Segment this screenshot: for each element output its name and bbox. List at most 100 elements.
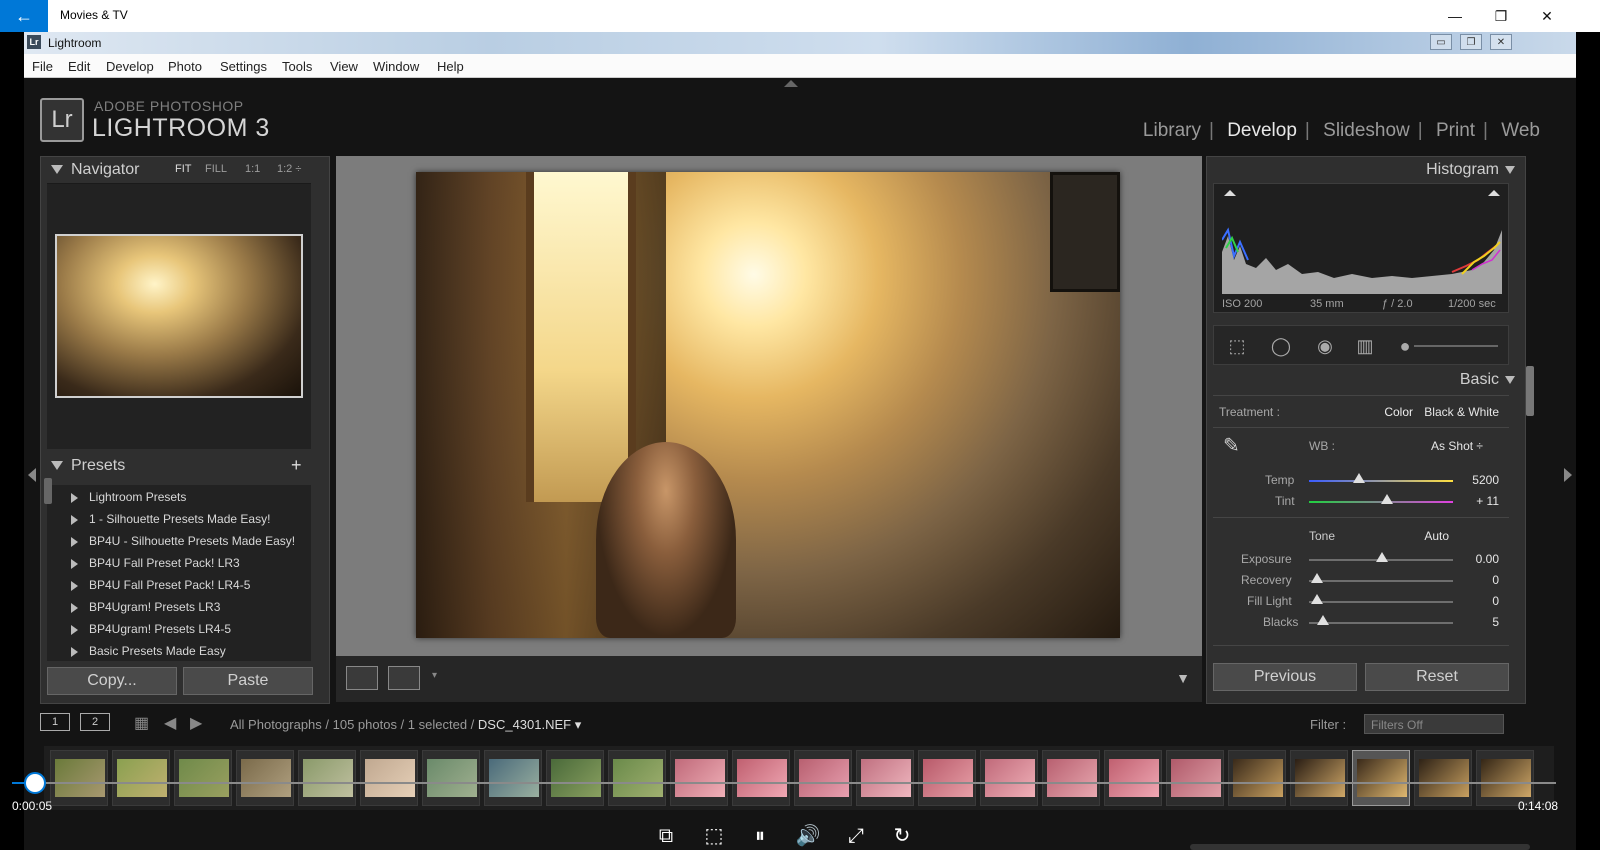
zoom-1-2: 1:2 ÷: [277, 163, 302, 175]
filmstrip-source-path: All Photographs / 105 photos / 1 selecte…: [230, 717, 581, 733]
filmstrip-header: 1 2 ▦ ◀ ▶ All Photographs / 105 photos /…: [24, 710, 1576, 738]
toolbar: ▾ ▼: [336, 656, 1202, 702]
previous-button: Previous: [1213, 663, 1357, 691]
filmstrip-thumbnail: [112, 750, 170, 806]
blacks-label: Blacks: [1263, 615, 1299, 629]
expand-arrow-icon: [71, 581, 78, 591]
shutter-speed: 1/200 sec: [1448, 298, 1496, 310]
red-eye-icon: ◉: [1317, 336, 1333, 356]
back-button[interactable]: ←: [0, 0, 48, 32]
filter-dropdown: Filters Off: [1364, 714, 1504, 734]
filmstrip-thumbnail: [236, 750, 294, 806]
pause-button[interactable]: ⏸: [746, 824, 774, 848]
close-icon: ✕: [1541, 7, 1553, 24]
temp-label: Temp: [1265, 473, 1295, 487]
aspect-ratio-button[interactable]: ⬚: [700, 824, 728, 848]
iso-value: ISO 200: [1222, 298, 1263, 310]
expand-arrow-icon: [71, 493, 78, 503]
left-panel-toggle-icon: [28, 468, 36, 482]
navigator-thumbnail: [55, 234, 303, 398]
module-picker: Library | Develop | Slideshow | Print | Web: [1142, 120, 1540, 141]
filmstrip-thumbnail: [608, 750, 666, 806]
brand-line2: LIGHTROOM 3: [92, 114, 270, 142]
spot-removal-icon: ◯: [1270, 336, 1292, 356]
preset-item: BP4Ugram! Presets LR4-5: [89, 622, 232, 636]
filmstrip-thumbnail: [546, 750, 604, 806]
filmstrip: [44, 746, 1554, 810]
filmstrip-thumbnail-image: [1233, 759, 1283, 797]
crop-overlay-icon: ⬚: [1228, 336, 1246, 356]
photo-window-region: [526, 172, 636, 502]
grid-view-icon: ▦: [134, 715, 150, 732]
minimize-button[interactable]: —: [1432, 0, 1478, 32]
screen-2-button: 2: [80, 713, 110, 731]
total-time: 0:14:08: [1518, 799, 1559, 813]
filmstrip-thumbnail-image: [551, 759, 601, 797]
filmstrip-thumbnail: [732, 750, 790, 806]
expand-arrow-icon: [71, 647, 78, 657]
zoom-fit: FIT: [175, 163, 192, 175]
filmstrip-thumbnail-image: [117, 759, 167, 797]
module-slideshow: Slideshow: [1323, 120, 1410, 141]
restore-button[interactable]: ❐: [1478, 0, 1524, 32]
presets-list: Lightroom Presets 1 - Silhouette Presets…: [47, 485, 311, 661]
filmstrip-thumbnail: [980, 750, 1038, 806]
filmstrip-thumbnail-image: [241, 759, 291, 797]
preset-item: Lightroom Presets: [89, 490, 187, 504]
seek-bar-track[interactable]: [34, 782, 1556, 784]
repeat-button[interactable]: ↻: [888, 824, 916, 848]
menu-edit: Edit: [68, 59, 91, 74]
filmstrip-thumbnail-image: [1295, 759, 1345, 797]
filmstrip-thumbnail-image: [675, 759, 725, 797]
fullscreen-button[interactable]: ⤢: [842, 824, 870, 848]
filmstrip-thumbnail-image: [427, 759, 477, 797]
restore-icon: ❐: [1494, 7, 1508, 24]
fill-light-value: 0: [1492, 594, 1499, 608]
seek-bar-thumb[interactable]: [24, 772, 46, 794]
blacks-slider-knob: [1317, 615, 1329, 625]
filmstrip-thumbnail-image: [365, 759, 415, 797]
view-options-chevron-icon: ▾: [432, 670, 438, 681]
exposure-label: Exposure: [1241, 552, 1292, 566]
cast-button[interactable]: ⧉: [652, 824, 680, 848]
left-panel-scrollbar: [44, 478, 52, 504]
collapse-triangle-icon: [1505, 165, 1515, 174]
basic-header: Basic: [1460, 371, 1515, 389]
main-photo: [416, 172, 1120, 638]
expand-arrow-icon: [71, 559, 78, 569]
left-panel: Navigator FIT FILL 1:1 1:2 ÷ Presets + L…: [40, 156, 330, 704]
expand-arrow-icon: [71, 537, 78, 547]
tint-label: Tint: [1275, 494, 1295, 508]
wb-label: WB :: [1309, 439, 1335, 453]
lr-minimize-icon: ▭: [1430, 34, 1452, 50]
presets-title: Presets: [71, 457, 126, 474]
filmstrip-thumbnail: [1290, 750, 1348, 806]
filmstrip-thumbnail: [484, 750, 542, 806]
menu-photo: Photo: [168, 59, 202, 74]
app-titlebar: ← Movies & TV — ❐ ✕: [0, 0, 1600, 32]
filmstrip-thumbnail: [1352, 750, 1410, 806]
pause-icon: ⏸: [755, 825, 765, 847]
expand-arrow-icon: [71, 625, 78, 635]
volume-button[interactable]: 🔊: [794, 824, 822, 848]
filmstrip-path-text: All Photographs / 105 photos / 1 selecte…: [230, 717, 478, 732]
filmstrip-thumbnail: [1228, 750, 1286, 806]
right-panel: Histogram ISO 200 35 mm ƒ / 2.0 1/200 se…: [1206, 156, 1526, 704]
histogram: ISO 200 35 mm ƒ / 2.0 1/200 sec: [1213, 183, 1509, 313]
preset-item: 1 - Silhouette Presets Made Easy!: [89, 512, 271, 526]
blacks-slider: [1309, 622, 1453, 624]
focal-length: 35 mm: [1310, 298, 1344, 310]
filmstrip-thumbnail: [794, 750, 852, 806]
filmstrip-thumbnail-image: [55, 759, 105, 797]
filmstrip-thumbnail: [174, 750, 232, 806]
filmstrip-thumbnail-image: [737, 759, 787, 797]
close-button[interactable]: ✕: [1524, 0, 1570, 32]
app-title: Movies & TV: [60, 8, 128, 22]
video-frame[interactable]: Lr Lightroom ▭ ❐ ✕ File Edit Develop Pho…: [0, 32, 1600, 850]
top-panel-toggle-icon: [784, 80, 798, 87]
aperture: ƒ / 2.0: [1382, 298, 1413, 310]
expand-arrow-icon: [71, 603, 78, 613]
temp-value: 5200: [1472, 473, 1499, 487]
lightroom-workspace: Lr ADOBE PHOTOSHOP LIGHTROOM 3 Library | …: [24, 78, 1576, 850]
preset-item: BP4U Fall Preset Pack! LR3: [89, 556, 240, 570]
